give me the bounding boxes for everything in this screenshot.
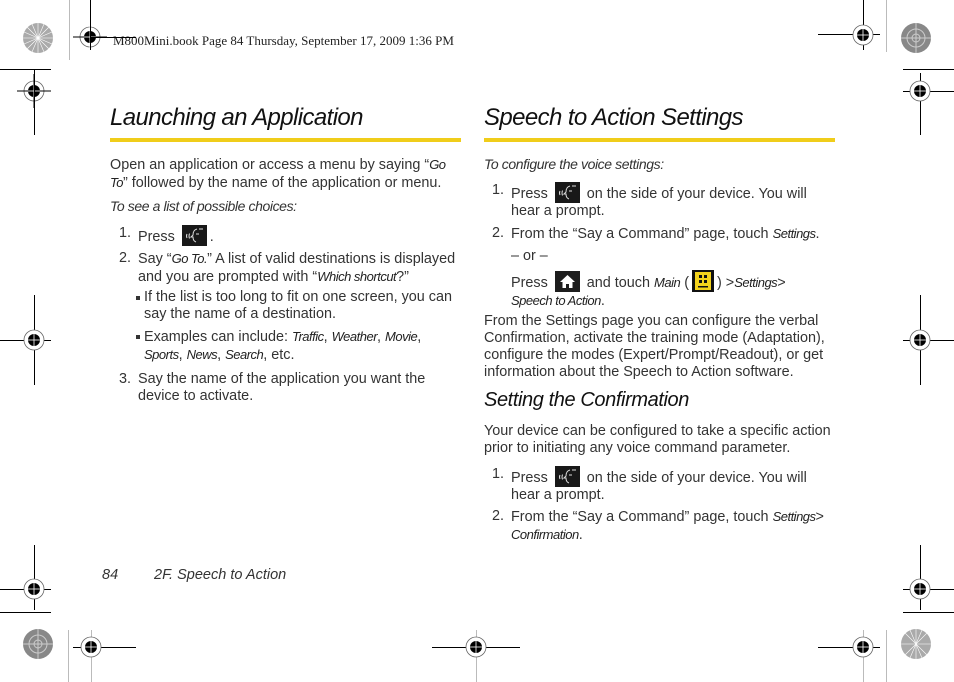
starburst-mark-icon [23,629,53,659]
alt-text: . [600,293,605,309]
step-number: 2. [492,225,505,241]
voice-command-key-icon [554,182,580,203]
starburst-mark-icon [901,629,931,659]
alt-text: > [725,275,735,291]
title-rule [110,138,461,142]
registration-target-icon [909,578,931,600]
registration-target-icon [852,24,874,46]
starburst-mark-icon [901,23,931,53]
intro-text: Open an application or access a menu by … [110,157,430,173]
step-text: Say the name of the application you want… [138,371,426,404]
intro-em: To [110,175,123,190]
step-text: > [815,509,824,525]
alt-em: Main [654,275,681,290]
step-text: From the “Say a Command” page, touch [511,226,773,242]
lead-possible-choices: To see a list of possible choices: [110,198,297,214]
example-item: Movie [385,329,418,344]
step-item: 1. Press . [119,225,214,246]
step-em: Settings [772,509,816,524]
step-item: 2. From the “Say a Command” page, touch … [492,225,841,243]
starburst-mark-icon [23,23,53,53]
example-item: News [186,347,218,362]
step-text: . [209,229,214,245]
confirmation-body-paragraph: Your device can be configured to take a … [484,423,831,456]
bullet-text: If the list is too long to fit on one sc… [144,289,452,322]
alt-text: and touch [586,275,651,291]
registration-target-icon [23,578,45,600]
alt-text: ) [717,275,722,291]
step-number: 1. [119,225,132,241]
step-em: Go To. [171,251,208,266]
registration-target-icon [852,636,874,658]
step-item: 1. Press on the side of your device. You… [492,182,836,220]
registration-target-icon [80,636,102,658]
registration-target-icon [909,329,931,351]
step-item: 3. Say the name of the application you w… [119,371,448,405]
step-number: 2. [492,508,505,524]
intro-paragraph: Open an application or access a menu by … [110,156,465,192]
section-title-launching: Launching an Application [110,104,364,131]
alt-text: > [777,275,786,291]
subsection-title-confirmation: Setting the Confirmation [484,389,689,411]
alt-text: ( [684,275,689,291]
alt-instruction: Press and touch Main ( ) >Settings> Spee… [511,270,841,310]
intro-em: Go [429,157,446,172]
registration-target-icon [909,80,931,102]
step-text: . [815,226,820,242]
step-number: 1. [492,466,505,482]
step-text: Say “ [138,251,172,267]
voice-command-key-icon [554,466,580,487]
alt-text: Press [511,275,548,291]
bullet-marker [136,335,140,339]
title-rule [484,138,835,142]
print-header: M800Mini.book Page 84 Thursday, Septembe… [113,33,454,48]
step-text: Press [511,186,548,202]
bullet-text: etc. [271,347,295,363]
bullet-text: Examples can include: [144,329,292,345]
home-key-icon [554,271,580,292]
voice-command-key-icon [181,225,207,246]
step-text: Press [511,470,548,486]
step-number: 3. [119,371,132,387]
alt-em: Speech to Action [511,293,601,308]
example-item: Weather [331,329,378,344]
step-item: 2. From the “Say a Command” page, touch … [492,508,841,544]
example-item: Search [225,347,264,362]
step-em: Which shortcut [317,269,397,284]
main-menu-icon [692,270,714,292]
step-item: 2. Say “Go To.” A list of valid destinat… [119,250,463,286]
step-text: ?” [396,269,409,285]
step-em: Confirmation [511,527,579,542]
example-item: Sports [144,347,179,362]
step-item: 1. Press on the side of your device. You… [492,466,836,504]
or-separator: – or – [511,248,548,264]
lead-configure-voice: To configure the voice settings: [484,156,664,172]
bullet-item: If the list is too long to fit on one sc… [136,289,464,323]
alt-em: Settings [734,275,778,290]
intro-text: ” followed by the name of the applicatio… [122,175,442,191]
footer-section-name: 2F. Speech to Action [154,567,287,583]
registration-target-icon [23,329,45,351]
bullet-item: Examples can include: Traffic, Weather, … [136,328,464,364]
registration-target-icon [465,636,487,658]
example-item: Traffic [291,329,324,344]
step-text: Press [138,229,175,245]
section-title-speech-settings: Speech to Action Settings [484,104,744,131]
page-number: 84 [102,567,119,583]
step-number: 1. [492,182,505,198]
bullet-marker [136,296,140,300]
step-text: From the “Say a Command” page, touch [511,509,773,525]
settings-body-paragraph: From the Settings page you can configure… [484,313,825,380]
step-em: Settings [772,226,816,241]
step-text: . [578,527,583,543]
step-number: 2. [119,250,132,266]
